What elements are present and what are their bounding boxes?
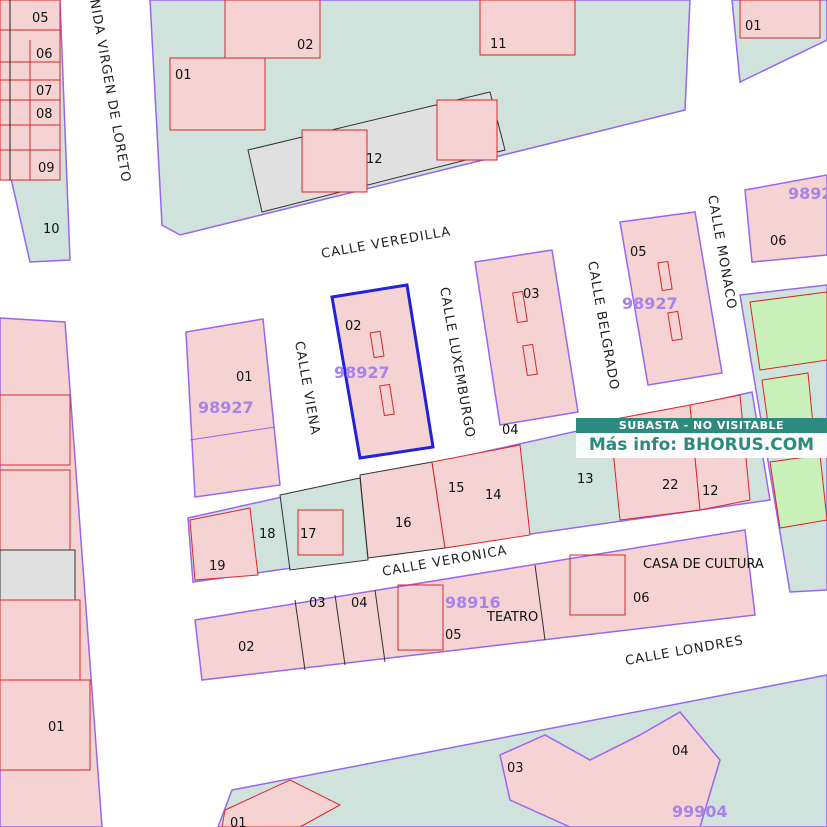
parcel-number: 04 [672, 744, 689, 759]
label-casa-cultura: CASA DE CULTURA [643, 557, 764, 572]
parcel-number: 07 [36, 84, 53, 99]
parcel-number: 02 [297, 38, 314, 53]
block-top-right [731, 0, 827, 263]
block-number-98927-left: 98927 [198, 398, 254, 417]
block-left [0, 317, 103, 827]
parcel-number: 01 [175, 68, 192, 83]
parcel-number: 16 [395, 516, 412, 531]
parcel-number: 12 [366, 152, 383, 167]
label-teatro: TEATRO [486, 610, 538, 625]
parcel-number: 06 [770, 234, 787, 249]
more-info-link[interactable]: Más info: BHORUS.COM [576, 433, 827, 458]
parcel-number: 08 [36, 107, 53, 122]
auction-banner: SUBASTA - NO VISITABLE Más info: BHORUS.… [576, 418, 827, 458]
parcel-number: 03 [523, 287, 540, 302]
parcel-number: 01 [236, 370, 253, 385]
parcel-number: 19 [209, 559, 226, 574]
parcel-number: 01 [48, 720, 65, 735]
street-belgrado: CALLE BELGRADO [584, 260, 622, 392]
parcel-number: 05 [32, 11, 49, 26]
parcel-number: 06 [633, 591, 650, 606]
street-luxemburgo: CALLE LUXEMBURGO [436, 286, 477, 439]
block-number-98927-center: 98927 [334, 363, 390, 382]
parcel-number: 06 [36, 47, 53, 62]
parcel-number: 12 [702, 484, 719, 499]
parcel-number: 02 [345, 319, 362, 334]
parcel-number: 05 [630, 245, 647, 260]
block-top-center [149, 0, 691, 236]
parcel-number: 15 [448, 481, 465, 496]
street-londres: CALLE LONDRES [624, 633, 745, 669]
parcel-number: 09 [38, 161, 55, 176]
auction-status-label: SUBASTA - NO VISITABLE [576, 418, 827, 433]
block-number-98927-right: 98927 [622, 294, 678, 313]
block-number-98916: 98916 [445, 593, 501, 612]
parcel-number: 02 [238, 640, 255, 655]
parcel-number: 05 [445, 628, 462, 643]
parcel-number: 01 [230, 816, 247, 827]
street-viena: CALLE VIENA [291, 340, 322, 437]
cadastral-map: NIDA VIRGEN DE LORETO CALLE VEREDILLA CA… [0, 0, 827, 827]
block-number-99904: 99904 [672, 802, 728, 821]
block-bottom [217, 674, 827, 827]
parcel-number: 22 [662, 478, 679, 493]
street-veredilla: CALLE VEREDILLA [320, 224, 452, 262]
block-belgrado [474, 249, 579, 426]
block-number-98927-topright: 98927 [788, 184, 827, 203]
parcel-number: 18 [259, 527, 276, 542]
parcel-number: 04 [502, 423, 519, 438]
parcel-number: 10 [43, 222, 60, 237]
parcel-number: 14 [485, 488, 502, 503]
parcel-number: 01 [745, 19, 762, 34]
parcel-number: 11 [490, 37, 507, 52]
parcel-number: 04 [351, 596, 368, 611]
parcel-number: 13 [577, 472, 594, 487]
parcel-number: 03 [309, 596, 326, 611]
parcel-number: 17 [300, 527, 317, 542]
parcel-number: 03 [507, 761, 524, 776]
street-virgen-loreto: NIDA VIRGEN DE LORETO [86, 0, 133, 184]
